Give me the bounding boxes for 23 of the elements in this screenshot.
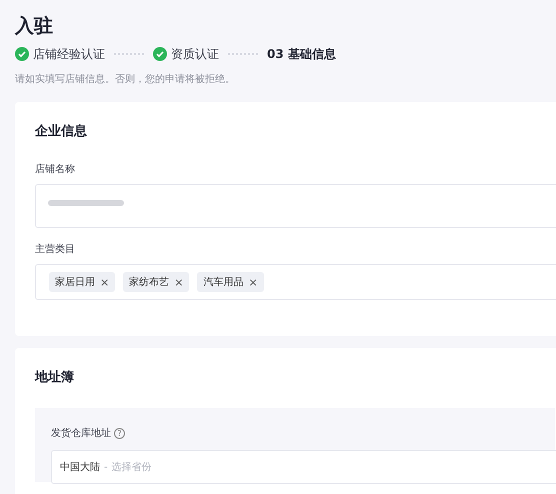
address-field[interactable]: 中国大陆 - 选择省份 [51,450,556,484]
placeholder-text: 选择省份 [112,460,152,474]
page-title: 入驻 [15,14,54,38]
tag-label: 家纺布艺 [129,276,170,289]
section-title: 地址簿 [35,369,75,386]
tag-label: 家居日用 [55,276,95,289]
field-label: 主营类目 [35,242,76,256]
help-icon[interactable]: ? [114,428,125,438]
hint-text: 请如实填写店铺信息。否则，您的申请将被拒绝。 [15,72,236,86]
step-label: 03 基础信息 [267,46,336,62]
step-label: 店铺经验认证 [33,46,105,62]
remove-tag-button[interactable]: × [174,276,184,288]
remove-tag-button[interactable]: × [248,276,258,288]
field-label: 发货仓库地址 [51,426,111,440]
separator-text: - [104,462,108,472]
section-title: 企业信息 [35,123,88,140]
region-text: 中国大陆 [60,460,100,474]
remove-tag-button[interactable]: × [100,276,110,288]
field-label: 店铺名称 [35,162,76,176]
tag-input-field[interactable]: 家居日用 × 家纺布艺 × 汽车用品 × [35,264,556,300]
input-field[interactable] [35,184,556,228]
step-label: 资质认证 [171,46,219,62]
tag-label: 汽车用品 [203,276,244,289]
